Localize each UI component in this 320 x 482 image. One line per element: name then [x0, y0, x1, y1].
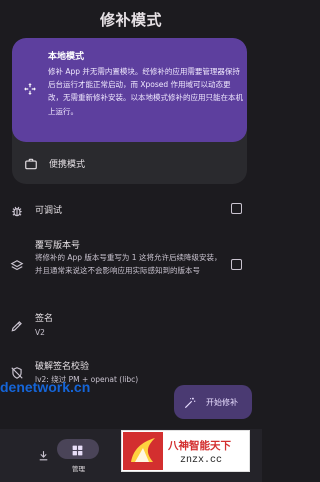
setting-title: 破解签名校验 — [35, 362, 90, 372]
shield-off-icon — [10, 365, 24, 379]
setting-title: 签名 — [35, 314, 54, 324]
bug-icon — [10, 203, 24, 217]
setting-value: V2 — [35, 328, 45, 337]
grid-icon — [71, 442, 84, 456]
overlay-watermark: 八神智能天下 znzx.cc — [121, 430, 250, 472]
setting-debuggable[interactable]: 可调试 — [0, 196, 262, 222]
briefcase-icon — [24, 156, 38, 170]
setting-title: 覆写版本号 — [35, 241, 81, 251]
layers-icon — [10, 258, 24, 272]
mode-portable-title: 便携模式 — [49, 160, 86, 170]
nav-active-indicator — [57, 439, 99, 459]
mode-option-portable[interactable]: 便携模式 — [12, 142, 247, 184]
debuggable-checkbox[interactable] — [231, 203, 242, 214]
watermark-domain: znzx.cc — [180, 455, 223, 466]
watermark-logo — [123, 432, 163, 470]
start-patch-button[interactable]: 开始修补 — [174, 385, 252, 419]
pen-icon — [10, 318, 24, 332]
nav-item-manage[interactable]: 管理 — [35, 429, 122, 482]
mode-local-description: 修补 App 并无需内置模块。经修补的应用需要管理器保持后台运行才能正常启动，而… — [48, 67, 243, 116]
app-bar: 修补模式 — [0, 0, 262, 38]
setting-title: 可调试 — [35, 206, 63, 216]
setting-signature[interactable]: 签名 V2 — [0, 308, 262, 342]
start-patch-label: 开始修补 — [206, 397, 238, 407]
watermark-title: 八神智能天下 — [168, 440, 231, 452]
nav-label: 管理 — [72, 465, 85, 473]
site-watermark: denetwork.cn — [0, 379, 91, 395]
mode-option-local[interactable]: 本地模式 修补 App 并无需内置模块。经修补的应用需要管理器保持后台运行才能正… — [12, 38, 247, 142]
setting-description: 将修补的 App 版本号重写为 1 这将允许后续降级安装，并且通常来说这不会影响… — [35, 253, 222, 275]
patch-mode-selector: 本地模式 修补 App 并无需内置模块。经修补的应用需要管理器保持后台运行才能正… — [12, 38, 247, 184]
move-arrows-icon — [23, 81, 37, 95]
override-version-checkbox[interactable] — [231, 259, 242, 270]
magic-wand-icon — [183, 395, 197, 409]
setting-override-version[interactable]: 覆写版本号 将修补的 App 版本号重写为 1 这将允许后续降级安装，并且通常来… — [0, 234, 262, 294]
mode-local-title: 本地模式 — [48, 52, 85, 62]
page-title: 修补模式 — [99, 10, 162, 29]
